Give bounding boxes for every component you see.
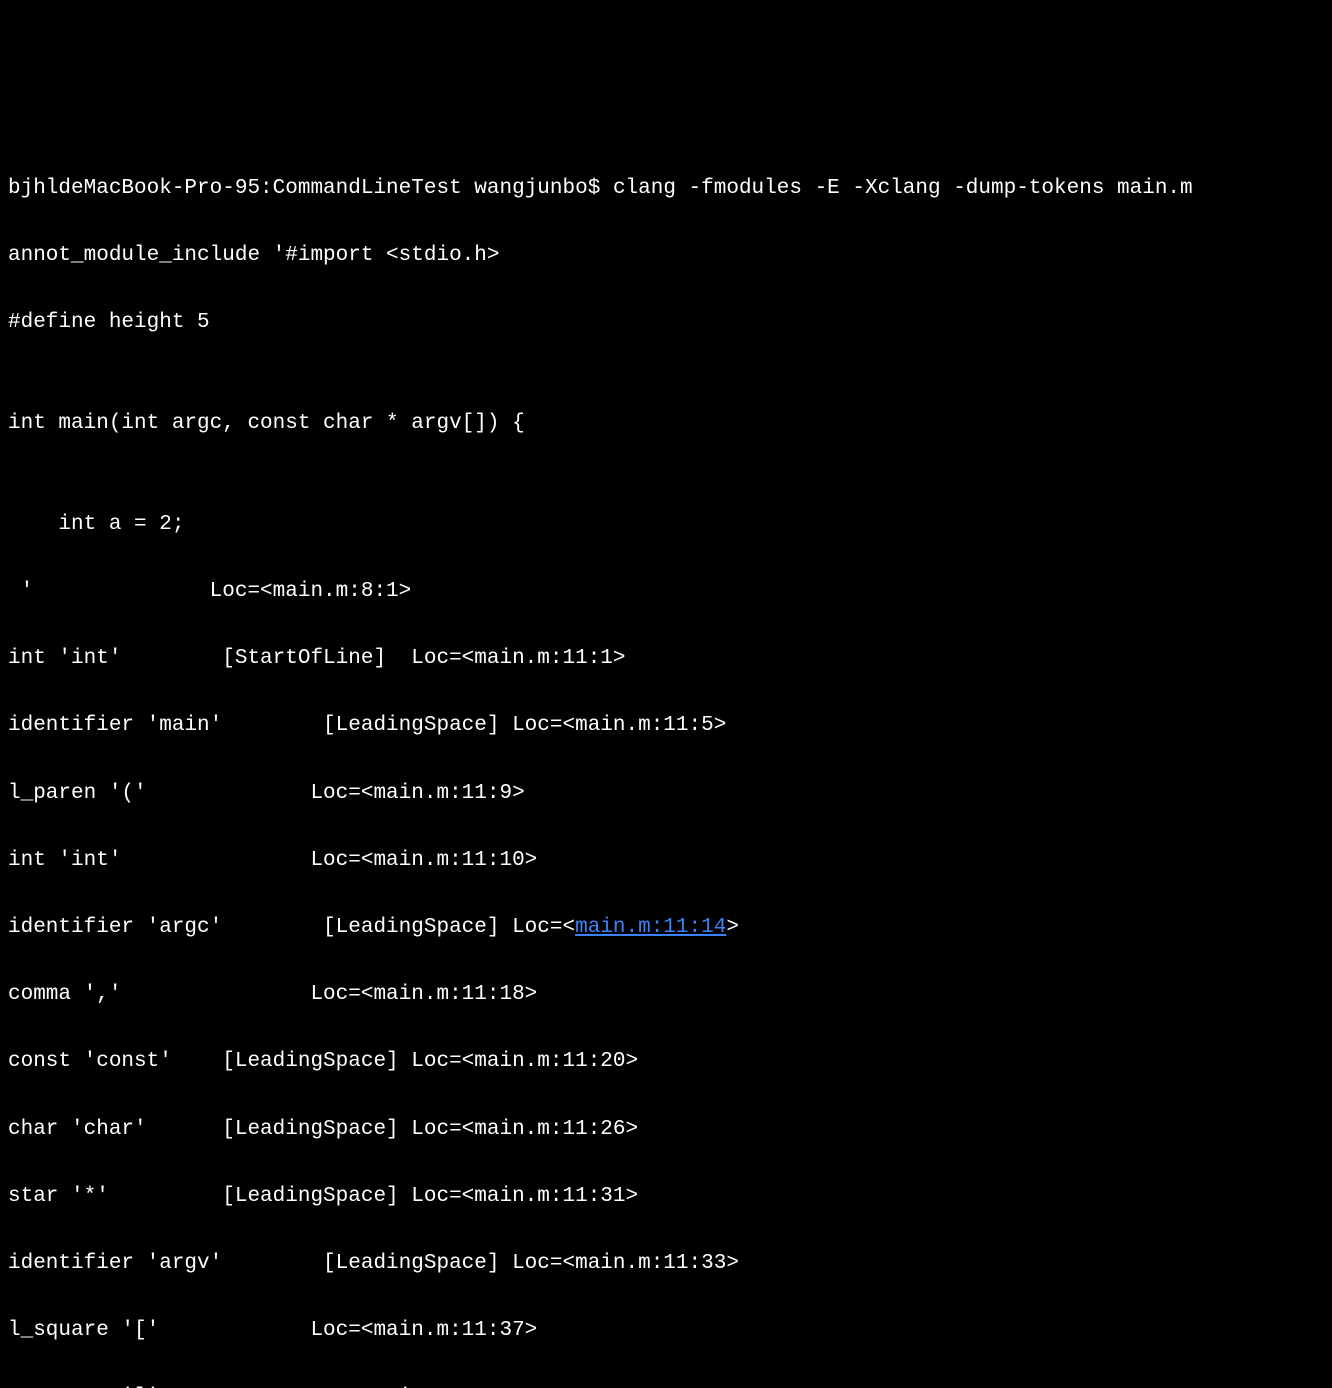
output-line: const 'const' [LeadingSpace] Loc=<main.m… xyxy=(8,1045,1324,1079)
output-line: l_paren '(' Loc=<main.m:11:9> xyxy=(8,777,1324,811)
output-line: ' Loc=<main.m:8:1> xyxy=(8,575,1324,609)
command-text: clang -fmodules -E -Xclang -dump-tokens … xyxy=(613,177,1193,200)
source-location-link[interactable]: main.m:11:14 xyxy=(575,916,726,939)
output-line: char 'char' [LeadingSpace] Loc=<main.m:1… xyxy=(8,1113,1324,1147)
output-line: identifier 'argv' [LeadingSpace] Loc=<ma… xyxy=(8,1247,1324,1281)
output-text-suffix: > xyxy=(726,916,739,939)
output-line: int 'int' [StartOfLine] Loc=<main.m:11:1… xyxy=(8,642,1324,676)
output-line: #define height 5 xyxy=(8,306,1324,340)
prompt-user: wangjunbo$ xyxy=(474,177,600,200)
prompt-line: bjhldeMacBook-Pro-95:CommandLineTest wan… xyxy=(8,172,1324,206)
prompt-host: bjhldeMacBook-Pro-95:CommandLineTest xyxy=(8,177,462,200)
output-line: r_square ']' Loc=<main.m:11:38> xyxy=(8,1381,1324,1388)
output-line: l_square '[' Loc=<main.m:11:37> xyxy=(8,1314,1324,1348)
output-line: identifier 'main' [LeadingSpace] Loc=<ma… xyxy=(8,709,1324,743)
output-line: comma ',' Loc=<main.m:11:18> xyxy=(8,978,1324,1012)
terminal-output: bjhldeMacBook-Pro-95:CommandLineTest wan… xyxy=(8,138,1324,1388)
output-line: int main(int argc, const char * argv[]) … xyxy=(8,407,1324,441)
output-line: star '*' [LeadingSpace] Loc=<main.m:11:3… xyxy=(8,1180,1324,1214)
output-text-prefix: identifier 'argc' [LeadingSpace] Loc=< xyxy=(8,916,575,939)
output-line: int 'int' Loc=<main.m:11:10> xyxy=(8,844,1324,878)
output-line: annot_module_include '#import <stdio.h> xyxy=(8,239,1324,273)
output-line: int a = 2; xyxy=(8,508,1324,542)
output-line-with-link: identifier 'argc' [LeadingSpace] Loc=<ma… xyxy=(8,911,1324,945)
